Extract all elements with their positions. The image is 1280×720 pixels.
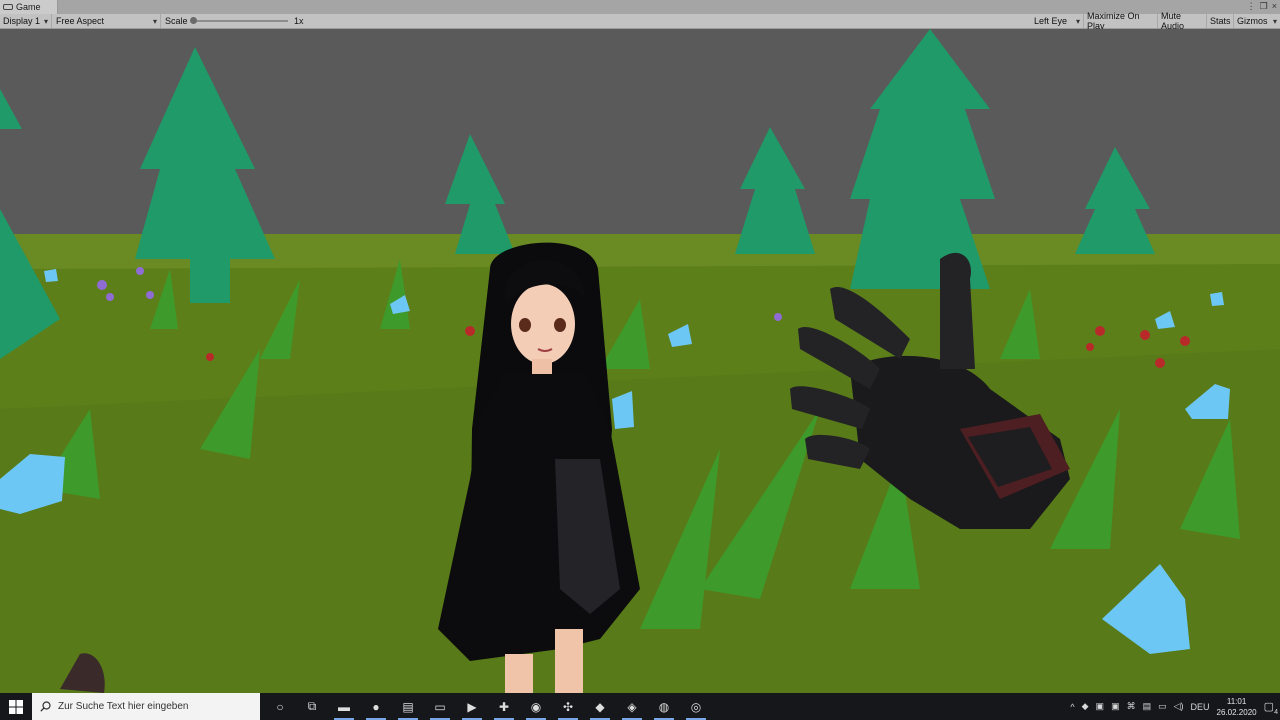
display-dropdown-label: Display 1 bbox=[3, 16, 41, 26]
media-player-icon[interactable]: ▶ bbox=[456, 693, 488, 720]
aspect-dropdown-label: Free Aspect bbox=[56, 16, 105, 26]
tray-app-icon-1[interactable]: ◆ bbox=[1082, 701, 1089, 712]
mute-audio-button[interactable]: Mute Audio bbox=[1158, 11, 1207, 31]
tray-app-icon-2[interactable]: ▣ bbox=[1096, 701, 1105, 712]
tray-app-icon-5[interactable]: ▤ bbox=[1143, 701, 1152, 712]
game-view-toolbar: Display 1 Free Aspect Scale 1x Left Eye … bbox=[0, 11, 1280, 31]
window-controls: ⋮ ❐ × bbox=[1247, 1, 1277, 12]
file-explorer-icon[interactable]: ▬ bbox=[328, 693, 360, 720]
scale-value-text: 1x bbox=[294, 16, 304, 26]
taskbar-app-list: ○ ⧉ ▬ ● ▤ ▭ ▶ ✚ ◉ ✣ ◆ ◈ ◍ ◎ bbox=[264, 693, 712, 720]
windows-logo-icon bbox=[9, 699, 23, 714]
game-scene bbox=[0, 29, 1280, 693]
obs-icon[interactable]: ◎ bbox=[680, 693, 712, 720]
task-view-icon[interactable]: ⧉ bbox=[296, 693, 328, 720]
eye-dropdown-label: Left Eye bbox=[1034, 16, 1068, 26]
firefox-icon[interactable]: ◉ bbox=[520, 693, 552, 720]
start-button[interactable] bbox=[0, 693, 32, 720]
scale-slider-handle[interactable] bbox=[190, 17, 197, 24]
aspect-dropdown[interactable]: Free Aspect bbox=[53, 14, 161, 28]
volume-icon[interactable]: ◁) bbox=[1174, 701, 1184, 712]
notepad-icon[interactable]: ▤ bbox=[392, 693, 424, 720]
system-tray: ^ ◆ ▣ ▣ ⌘ ▤ ▭ ◁) DEU 11:01 26.02.2020 ▢ 4 bbox=[1070, 693, 1280, 720]
game-tab-label: Game bbox=[16, 2, 41, 12]
search-icon bbox=[40, 701, 51, 712]
scale-label-text: Scale bbox=[165, 16, 188, 26]
search-placeholder: Zur Suche Text hier eingeben bbox=[58, 701, 189, 712]
stats-label: Stats bbox=[1210, 16, 1231, 26]
terminal-icon[interactable]: ▭ bbox=[424, 693, 456, 720]
maximize-icon[interactable]: ❐ bbox=[1260, 1, 1268, 12]
game-viewport[interactable] bbox=[0, 29, 1280, 693]
gizmos-dropdown[interactable]: Gizmos bbox=[1234, 14, 1280, 28]
maximize-on-play-label: Maximize On Play bbox=[1087, 11, 1140, 31]
stats-button[interactable]: Stats bbox=[1207, 14, 1234, 28]
notification-center-icon[interactable]: ▢ 4 bbox=[1264, 700, 1278, 716]
close-icon[interactable]: × bbox=[1272, 1, 1277, 12]
chrome-icon[interactable]: ● bbox=[360, 693, 392, 720]
gizmos-label: Gizmos bbox=[1237, 16, 1268, 26]
panel-menu-icon[interactable]: ⋮ bbox=[1247, 1, 1256, 12]
clock-time: 11:01 bbox=[1226, 696, 1247, 706]
app-icon-green[interactable]: ✚ bbox=[488, 693, 520, 720]
steam-icon[interactable]: ◍ bbox=[648, 693, 680, 720]
cortana-icon[interactable]: ○ bbox=[264, 693, 296, 720]
taskbar-search-box[interactable]: Zur Suche Text hier eingeben bbox=[32, 693, 260, 720]
clock-date: 26.02.2020 bbox=[1216, 707, 1257, 717]
unity-icon[interactable]: ◈ bbox=[616, 693, 648, 720]
mute-audio-label: Mute Audio bbox=[1161, 11, 1185, 31]
game-tab[interactable]: Game bbox=[0, 0, 58, 14]
scale-slider-track[interactable] bbox=[192, 20, 288, 22]
windows-taskbar: Zur Suche Text hier eingeben ○ ⧉ ▬ ● ▤ ▭ ▶ ✚ ◉ ✣ ◆… bbox=[0, 693, 1280, 720]
maximize-on-play-button[interactable]: Maximize On Play bbox=[1084, 11, 1158, 31]
eye-dropdown[interactable]: Left Eye bbox=[1031, 14, 1084, 28]
tool-icon[interactable]: ✣ bbox=[552, 693, 584, 720]
notification-count: 4 bbox=[1274, 709, 1278, 716]
scale-value: 1x bbox=[291, 14, 311, 28]
display-dropdown[interactable]: Display 1 bbox=[0, 14, 52, 28]
scale-label: Scale bbox=[162, 14, 192, 28]
visual-studio-icon[interactable]: ◆ bbox=[584, 693, 616, 720]
tray-app-icon-3[interactable]: ▣ bbox=[1111, 701, 1120, 712]
game-controller-icon bbox=[3, 4, 13, 10]
network-icon[interactable]: ▭ bbox=[1158, 701, 1167, 712]
tray-expand-icon[interactable]: ^ bbox=[1070, 702, 1074, 712]
clock[interactable]: 11:01 26.02.2020 bbox=[1217, 696, 1257, 718]
input-language[interactable]: DEU bbox=[1191, 702, 1210, 712]
tray-app-icon-4[interactable]: ⌘ bbox=[1127, 701, 1136, 712]
